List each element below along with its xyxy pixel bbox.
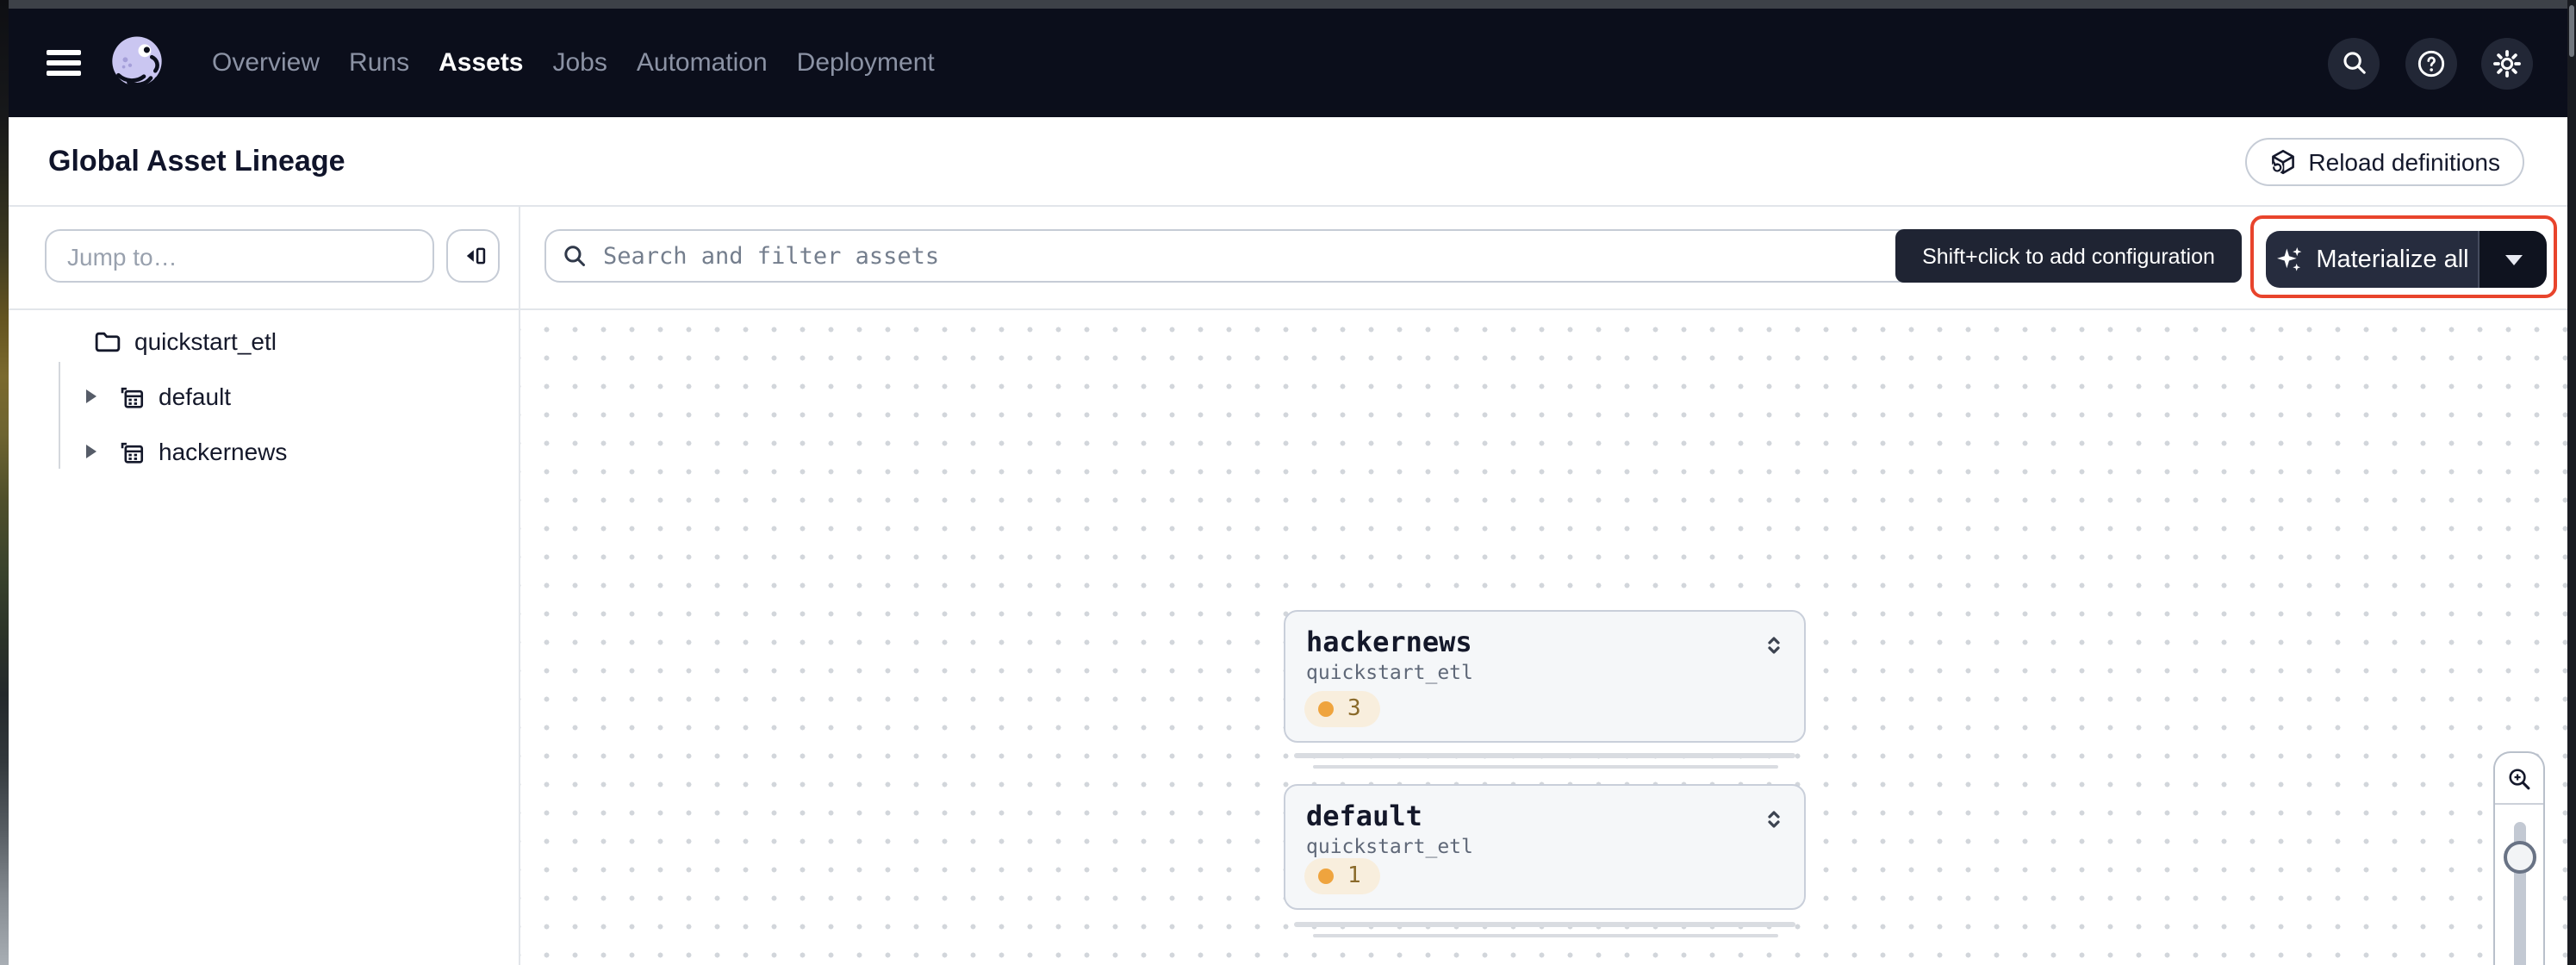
status-dot-icon [1318,701,1334,717]
zoom-in-button[interactable] [2495,753,2543,805]
group-stack-line [1313,933,1778,937]
asset-group-node-default[interactable]: default quickstart_etl 1 [1284,784,1806,910]
tree-item-group-hackernews[interactable]: hackernews [0,424,519,479]
help-icon [2415,47,2446,78]
dagster-logo-icon[interactable] [105,31,169,95]
node-title: default [1306,801,1422,831]
desktop-edge-strip [0,0,9,965]
hamburger-menu-icon[interactable] [47,50,81,76]
collapse-panel-icon [458,241,488,271]
annotation-highlight-box: Materialize all [2250,215,2557,298]
materialization-count: 1 [1347,863,1361,889]
zoom-slider-handle[interactable] [2503,841,2536,874]
nav-item-automation[interactable]: Automation [637,48,768,78]
scrollbar[interactable] [2567,0,2576,965]
status-dot-icon [1318,868,1334,884]
unfold-icon[interactable] [1761,806,1787,832]
nav-menu: Overview Runs Assets Jobs Automation Dep… [212,48,935,78]
materialize-options-dropdown[interactable] [2478,231,2547,288]
search-icon [2339,48,2368,78]
nav-item-overview[interactable]: Overview [212,48,320,78]
node-subtitle: quickstart_etl [1285,658,1804,684]
nav-actions [2328,9,2533,117]
node-subtitle: quickstart_etl [1285,832,1804,858]
tree-guide-line [59,362,60,469]
nav-item-deployment[interactable]: Deployment [797,48,935,78]
nav-item-runs[interactable]: Runs [349,48,409,78]
asset-tree: quickstart_etl default hackernews [0,310,519,479]
tree-item-code-location[interactable]: quickstart_etl [0,314,519,369]
materialization-count: 3 [1347,696,1361,722]
tree-item-label: default [159,383,231,410]
lineage-canvas[interactable]: hackernews quickstart_etl 3 default quic… [520,310,2576,965]
page-header: Global Asset Lineage Reload definitions [0,117,2576,207]
zoom-control [2493,751,2545,965]
collapse-sidebar-button[interactable] [446,229,500,283]
materialize-all-label: Materialize all [2316,246,2468,273]
caret-right-icon [86,389,96,403]
group-stack-line [1294,753,1795,757]
page-title: Global Asset Lineage [48,144,345,178]
materialize-all-button[interactable]: Materialize all [2266,231,2478,288]
group-stack-line [1313,764,1778,769]
dagster-app-window: Overview Runs Assets Jobs Automation Dep… [0,0,2576,965]
settings-button[interactable] [2481,37,2533,89]
shift-click-tooltip: Shift+click to add configuration [1895,229,2242,283]
asset-group-node-hackernews[interactable]: hackernews quickstart_etl 3 [1284,610,1806,743]
reload-definitions-label: Reload definitions [2308,148,2500,176]
reload-cube-icon [2268,148,2296,176]
nav-item-assets[interactable]: Assets [439,48,523,78]
gear-icon [2492,47,2523,78]
reload-definitions-button[interactable]: Reload definitions [2244,138,2524,186]
toolbar-band: Shift+click to add configuration Materia… [0,207,2576,310]
nav-item-jobs[interactable]: Jobs [553,48,607,78]
folder-icon [93,327,122,356]
asset-group-icon [117,437,146,466]
asset-tree-sidebar: quickstart_etl default hackernews [0,310,520,965]
zoom-in-icon [2505,764,2533,792]
chevron-down-icon [2504,254,2522,265]
content-area: quickstart_etl default hackernews [0,310,2576,965]
tree-item-label: quickstart_etl [134,327,277,355]
node-title: hackernews [1306,627,1472,657]
materialization-badge: 1 [1304,858,1380,894]
top-nav: Overview Runs Assets Jobs Automation Dep… [0,9,2576,117]
tree-item-label: hackernews [159,438,287,465]
scrollbar-thumb[interactable] [2569,5,2574,57]
window-top-strip [0,0,2576,9]
materialize-all-split-button: Materialize all [2266,231,2547,288]
materialization-badge: 3 [1304,691,1380,727]
asset-group-icon [117,382,146,411]
group-stack-line [1294,922,1795,926]
unfold-icon[interactable] [1761,632,1787,658]
help-button[interactable] [2405,37,2456,89]
jump-to-input[interactable] [45,229,434,283]
search-button[interactable] [2328,37,2380,89]
main-toolbar: Shift+click to add configuration Materia… [520,207,2576,310]
caret-right-icon [86,445,96,458]
tree-item-group-default[interactable]: default [0,369,519,424]
sparkles-icon [2274,245,2304,274]
sidebar-toolbar [0,207,520,310]
